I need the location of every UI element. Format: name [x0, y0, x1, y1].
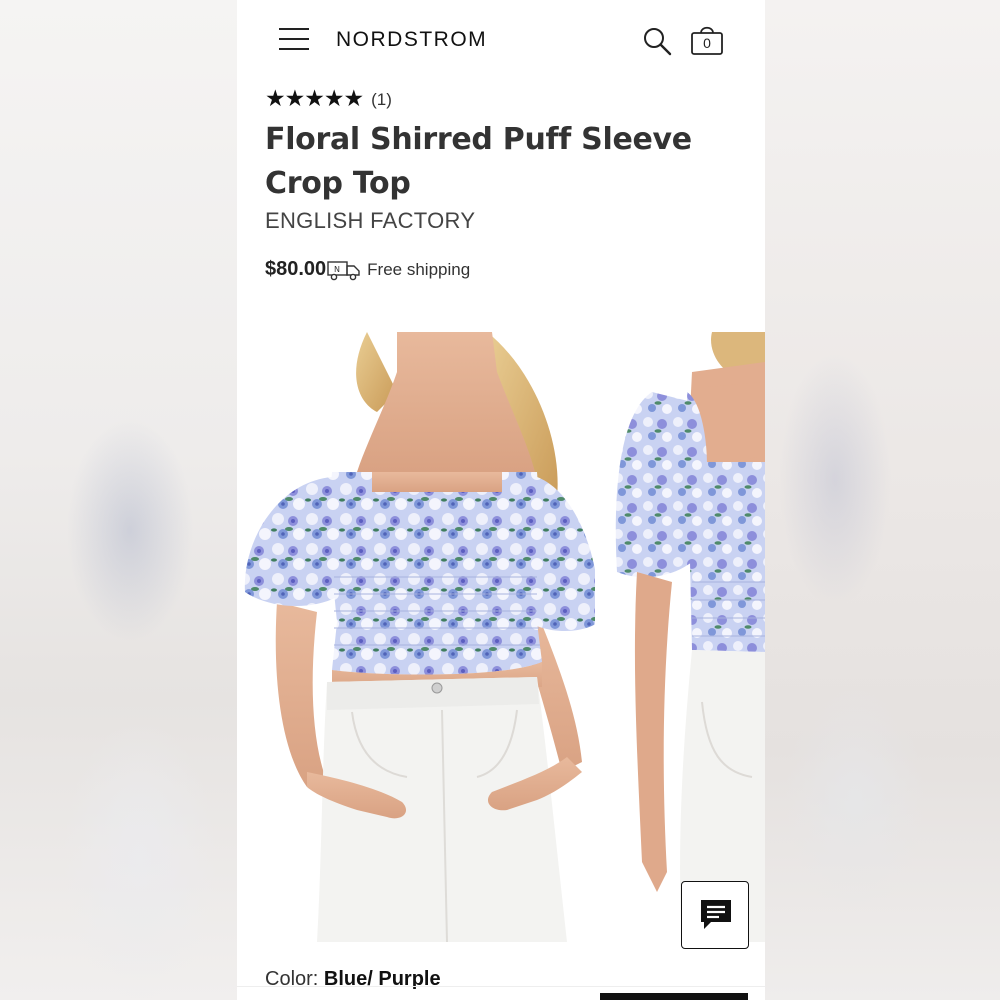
- product-title: Floral Shirred Puff Sleeve Crop Top: [265, 122, 692, 201]
- free-shipping-label: Free shipping: [367, 259, 471, 279]
- background-blur-left: [0, 0, 237, 1000]
- review-count[interactable]: (1): [371, 90, 392, 110]
- background-blur-right: [765, 0, 1000, 1000]
- hamburger-menu-icon[interactable]: [279, 27, 309, 51]
- product-price: $80.00: [265, 258, 327, 280]
- site-header: NORDSTROM 0: [237, 0, 765, 80]
- product-rating[interactable]: ★★★★★ (1): [265, 86, 392, 110]
- product-image-gallery[interactable]: [237, 332, 765, 942]
- product-photo-back[interactable]: [612, 332, 765, 942]
- nordstrom-logo[interactable]: NORDSTROM: [336, 28, 487, 52]
- search-icon[interactable]: [642, 26, 672, 56]
- delivery-truck-icon: N: [327, 260, 360, 280]
- rating-stars: ★★★★★: [265, 85, 364, 111]
- mobile-screen: NORDSTROM 0 ★★★★★ (1) Floral Shirred Puf…: [237, 0, 765, 1000]
- shopping-bag-icon[interactable]: 0: [690, 23, 724, 57]
- bag-count: 0: [703, 35, 711, 51]
- product-brand[interactable]: ENGLISH FACTORY: [265, 208, 475, 234]
- chat-icon: [701, 900, 731, 929]
- add-to-bag-bar[interactable]: [600, 993, 748, 1000]
- product-photo-front[interactable]: [237, 332, 595, 942]
- svg-text:N: N: [334, 265, 340, 274]
- color-selection: Color: Blue/ Purple: [265, 968, 441, 991]
- divider: [237, 986, 765, 987]
- price-row: $80.00 N Free shipping: [265, 258, 470, 281]
- chat-button[interactable]: [681, 881, 749, 949]
